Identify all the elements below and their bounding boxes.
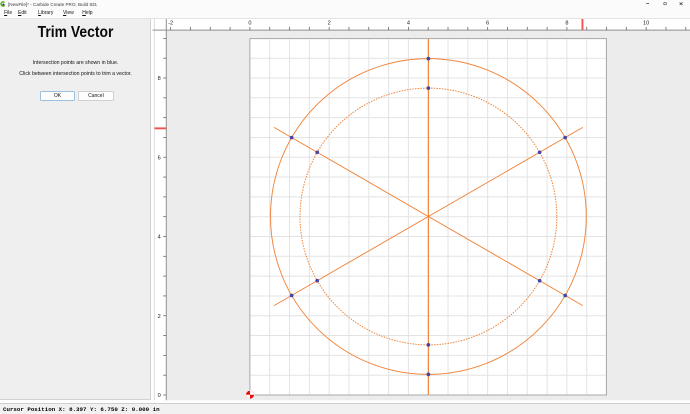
svg-text:-2: -2: [168, 21, 173, 27]
svg-text:2: 2: [328, 21, 331, 27]
svg-text:8: 8: [565, 21, 568, 27]
svg-text:0: 0: [158, 393, 161, 399]
svg-text:2: 2: [158, 314, 161, 320]
svg-text:10: 10: [643, 21, 649, 27]
svg-text:0: 0: [248, 21, 251, 27]
svg-text:6: 6: [486, 21, 489, 27]
svg-text:4: 4: [158, 235, 161, 241]
svg-text:8: 8: [158, 76, 161, 82]
svg-text:4: 4: [407, 21, 410, 27]
svg-text:6: 6: [158, 155, 161, 161]
